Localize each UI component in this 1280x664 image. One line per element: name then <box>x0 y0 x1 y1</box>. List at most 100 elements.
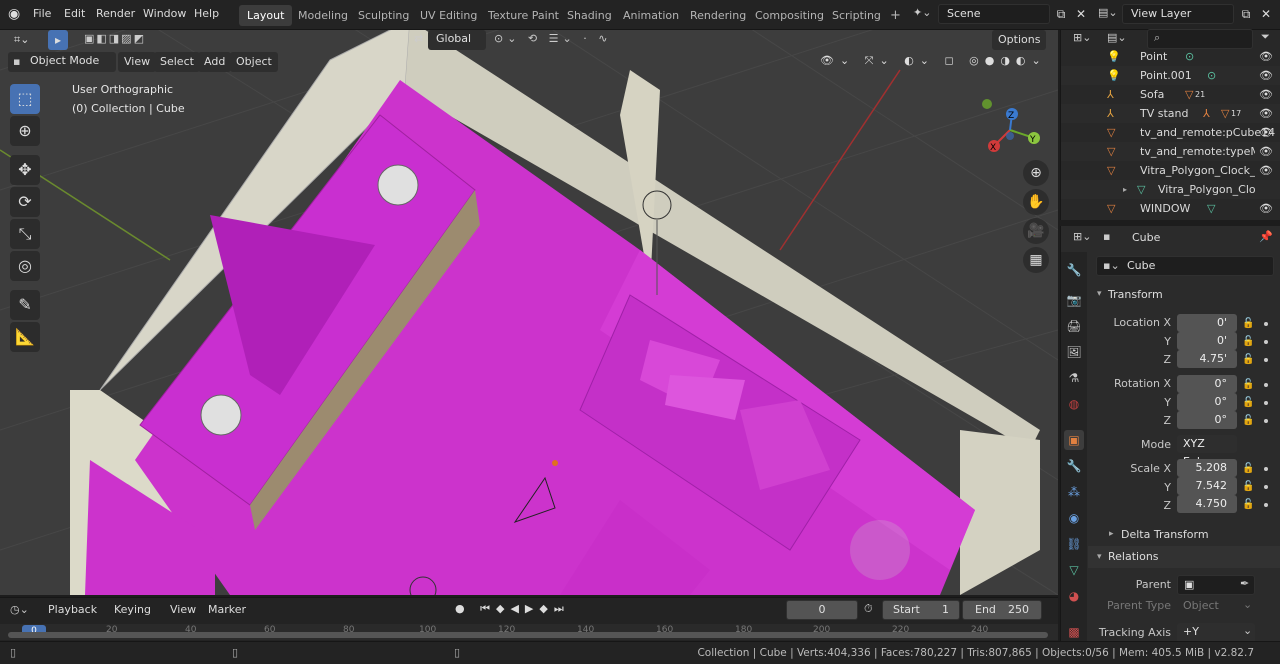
outliner-row[interactable]: ▸ ▽ Vitra_Polygon_Clock_ <box>1061 180 1280 199</box>
options-button[interactable]: Options <box>992 30 1047 50</box>
start-frame-field[interactable]: Start 1 <box>882 600 960 620</box>
keyframe-dot-icon[interactable] <box>1264 383 1268 387</box>
filter-icon[interactable]: ⏷ <box>1261 30 1270 44</box>
rotation-y-field[interactable]: 0° <box>1177 393 1237 411</box>
tab-animation[interactable]: Animation <box>615 5 687 26</box>
overlay-shading-icons[interactable]: 👁⌄ ⤧⌄ ◐⌄ ◻ ◎●◑◐⌄ <box>820 54 1047 68</box>
object-tab-icon[interactable]: ▣ <box>1064 430 1084 450</box>
delete-scene-icon[interactable]: ✕ <box>1071 4 1091 24</box>
menu-timeline-view[interactable]: View <box>164 600 202 620</box>
navigation-gizmo[interactable]: X Y Z <box>980 92 1050 162</box>
keyframe-dot-icon[interactable] <box>1264 467 1268 471</box>
zoom-icon[interactable]: ⊕ <box>1023 160 1049 186</box>
tool-tab-icon[interactable]: 🔧 <box>1064 260 1084 280</box>
mode-select[interactable]: Object Mode <box>8 52 116 72</box>
menu-select[interactable]: Select <box>154 52 200 72</box>
snapping-icons[interactable]: ⊙⌄ ⟲ ☰⌄ · ∿ <box>494 32 611 45</box>
frame-ruler[interactable]: 0 20 40 60 80 100 120 140 160 180 200 22… <box>0 624 1058 640</box>
menu-object[interactable]: Object <box>230 52 278 72</box>
scale-tool-icon[interactable]: ⤡ <box>10 219 40 249</box>
transform-panel-header[interactable]: Transform <box>1108 288 1163 301</box>
camera-view-icon[interactable]: 🎥 <box>1023 218 1049 244</box>
particles-tab-icon[interactable]: ⁂ <box>1064 482 1084 502</box>
lock-icon[interactable]: 🔓 <box>1242 415 1254 427</box>
lock-icon[interactable]: 🔓 <box>1242 397 1254 409</box>
lock-icon[interactable]: 🔓 <box>1242 379 1254 391</box>
outliner-row[interactable]: ▽ Vitra_Polygon_Clock_Nel 👁 <box>1061 161 1280 180</box>
texture-tab-icon[interactable]: ▩ <box>1064 622 1084 642</box>
visibility-eye-icon[interactable]: 👁 <box>1259 85 1273 104</box>
eyedropper-icon[interactable]: ✒ <box>1240 577 1249 590</box>
tab-rendering[interactable]: Rendering <box>682 5 754 26</box>
outliner-row[interactable]: ▽ tv_and_remote:pCube14 👁 <box>1061 123 1280 142</box>
tab-scripting[interactable]: Scripting <box>824 5 889 26</box>
keyframe-dot-icon[interactable] <box>1264 503 1268 507</box>
selection-mode-icons[interactable]: ▣◧◨▨◩ <box>84 32 146 45</box>
menu-render[interactable]: Render <box>96 7 135 20</box>
rotation-z-field[interactable]: 0° <box>1177 411 1237 429</box>
material-tab-icon[interactable]: ◕ <box>1064 586 1084 606</box>
select-box-tool-icon[interactable]: ⬚ <box>10 84 40 114</box>
add-workspace-button[interactable]: + <box>882 5 909 26</box>
stopwatch-icon[interactable]: ⏱ <box>864 602 873 616</box>
current-frame-field[interactable]: 0 <box>786 600 858 620</box>
menu-marker[interactable]: Marker <box>202 600 252 620</box>
display-mode-icon[interactable]: ▤⌄ <box>1107 31 1127 44</box>
editor-type-icon[interactable]: ⌗⌄ <box>8 30 35 50</box>
object-name-field[interactable]: Cube <box>1096 256 1274 276</box>
parent-type-select[interactable]: Object <box>1183 599 1219 612</box>
tab-sculpting[interactable]: Sculpting <box>350 5 417 26</box>
outliner-row[interactable]: ▽ tv_and_remote:typeMesh 👁 <box>1061 142 1280 161</box>
scale-x-field[interactable]: 5.208 <box>1177 459 1237 477</box>
tab-uv-editing[interactable]: UV Editing <box>412 5 485 26</box>
transform-orientation-select[interactable]: Global <box>428 30 486 50</box>
visibility-eye-icon[interactable]: 👁 <box>1259 142 1273 161</box>
measure-tool-icon[interactable]: 📐 <box>10 322 40 352</box>
rotation-x-field[interactable]: 0° <box>1177 375 1237 393</box>
scale-y-field[interactable]: 7.542 <box>1177 477 1237 495</box>
tab-layout[interactable]: Layout <box>239 5 293 26</box>
menu-playback[interactable]: Playback <box>42 600 103 620</box>
visibility-eye-icon[interactable]: 👁 <box>1259 47 1273 66</box>
location-z-field[interactable]: 4.75' <box>1177 350 1237 368</box>
outliner-editor-icon[interactable]: ⊞⌄ <box>1073 31 1091 44</box>
lock-icon[interactable]: 🔓 <box>1242 499 1254 511</box>
select-tool-icon[interactable]: ▸ <box>48 30 68 50</box>
view-layer-icon[interactable]: ▤⌄ <box>1098 6 1118 19</box>
rotate-tool-icon[interactable]: ⟳ <box>10 187 40 217</box>
keyframe-dot-icon[interactable] <box>1264 340 1268 344</box>
visibility-eye-icon[interactable]: 👁 <box>1259 66 1273 85</box>
menu-window[interactable]: Window <box>143 7 186 20</box>
timeline-scrollbar[interactable] <box>8 632 1048 638</box>
move-tool-icon[interactable]: ✥ <box>10 155 40 185</box>
timeline[interactable]: ◷⌄ Playback Keying View Marker ● ⏮◆◀▶◆⏭ … <box>0 597 1058 641</box>
orientation-icon[interactable]: ⇄ <box>414 32 423 45</box>
menu-file[interactable]: File <box>33 7 51 20</box>
lock-icon[interactable]: 🔓 <box>1242 354 1254 366</box>
end-frame-field[interactable]: End 250 <box>962 600 1042 620</box>
scale-z-field[interactable]: 4.750 <box>1177 495 1237 513</box>
pan-hand-icon[interactable]: ✋ <box>1023 189 1049 215</box>
tab-texture-paint[interactable]: Texture Paint <box>480 5 567 26</box>
output-tab-icon[interactable]: 🖨 <box>1064 316 1084 336</box>
timeline-editor-icon[interactable]: ◷⌄ <box>10 603 29 616</box>
properties-editor-icon[interactable]: ⊞⌄ <box>1073 230 1091 243</box>
keyframe-dot-icon[interactable] <box>1264 322 1268 326</box>
visibility-eye-icon[interactable]: 👁 <box>1259 123 1273 142</box>
playback-controls-icons[interactable]: ● ⏮◆◀▶◆⏭ <box>455 602 570 616</box>
scene-tab-icon[interactable]: ⚗ <box>1064 368 1084 388</box>
data-tab-icon[interactable]: ▽ <box>1064 560 1084 580</box>
physics-tab-icon[interactable]: ◉ <box>1064 508 1084 528</box>
blender-logo-icon[interactable]: ◉ <box>8 6 20 22</box>
scene-icon[interactable]: ✦⌄ <box>913 6 931 19</box>
collapse-arrow-icon[interactable]: ▾ <box>1097 552 1102 562</box>
lock-icon[interactable]: 🔓 <box>1242 318 1254 330</box>
tab-compositing[interactable]: Compositing <box>747 5 832 26</box>
perspective-toggle-icon[interactable]: ▦ <box>1023 247 1049 273</box>
relations-panel-header[interactable]: Relations <box>1108 550 1159 563</box>
menu-keying[interactable]: Keying <box>108 600 157 620</box>
visibility-eye-icon[interactable]: 👁 <box>1259 199 1273 218</box>
menu-help[interactable]: Help <box>194 7 219 20</box>
visibility-eye-icon[interactable]: 👁 <box>1259 104 1273 123</box>
lock-icon[interactable]: 🔓 <box>1242 481 1254 493</box>
